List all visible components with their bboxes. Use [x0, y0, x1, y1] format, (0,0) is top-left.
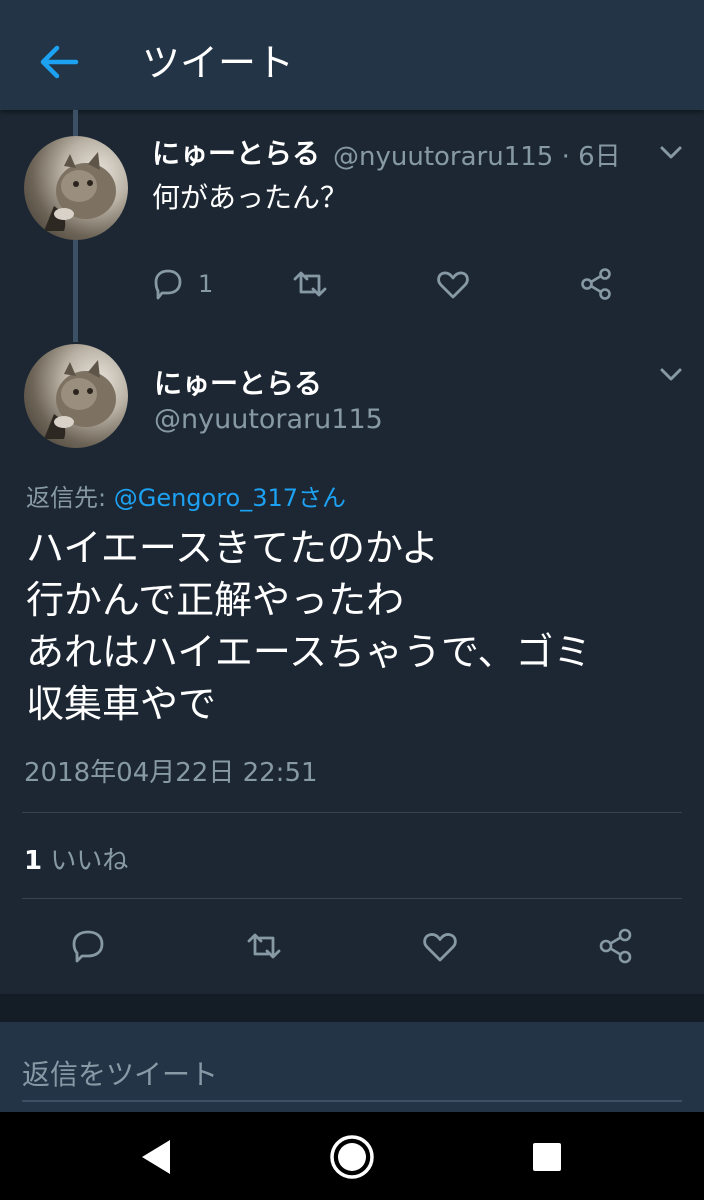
- share-button[interactable]: [596, 926, 636, 966]
- like-label: いいね: [42, 846, 129, 876]
- like-icon: [423, 933, 457, 962]
- back-button[interactable]: [32, 38, 86, 86]
- retweet-icon: [247, 933, 281, 959]
- chevron-down-icon: [660, 368, 682, 381]
- parent-like-button[interactable]: [433, 264, 473, 304]
- avatar[interactable]: [24, 136, 128, 240]
- parent-share-button[interactable]: [576, 264, 616, 304]
- parent-menu-button[interactable]: [656, 138, 686, 168]
- tweet-text-line: ハイエースきてたのかよ: [26, 526, 440, 570]
- reply-button[interactable]: [68, 926, 108, 966]
- tweet-text-line: 行かんで正解やったわ: [26, 578, 405, 622]
- divider: [22, 812, 682, 813]
- app-header: ツイート: [0, 0, 704, 110]
- back-arrow-icon: [40, 45, 79, 79]
- retweet-button[interactable]: [244, 926, 284, 966]
- tweet-text: ハイエースきてたのかよ 行かんで正解やったわ あれはハイエースちゃうで、ゴミ 収…: [26, 522, 591, 730]
- reply-icon: [154, 269, 182, 300]
- retweet-icon: [293, 271, 327, 297]
- parent-display-name[interactable]: にゅーとらる: [152, 132, 320, 172]
- tweet-menu-button[interactable]: [656, 360, 686, 390]
- replying-to: 返信先: @Gengoro_317さん: [26, 478, 346, 513]
- nav-back-button[interactable]: [132, 1132, 182, 1182]
- parent-tweet-text: 何があったん？: [152, 181, 349, 214]
- reply-input-underline: [22, 1100, 682, 1102]
- nav-recents-button[interactable]: [522, 1132, 572, 1182]
- likes-count-link[interactable]: 1 いいね: [24, 840, 128, 877]
- share-icon: [599, 928, 632, 964]
- tweet-handle[interactable]: @nyuutoraru115: [154, 404, 383, 435]
- avatar[interactable]: [24, 344, 128, 448]
- reply-composer: [0, 1022, 704, 1112]
- like-icon: [437, 271, 469, 299]
- replying-to-label: 返信先:: [26, 484, 114, 512]
- page-title: ツイート: [142, 41, 295, 85]
- parent-reply-count: 1: [198, 270, 214, 298]
- reply-icon: [72, 930, 104, 963]
- replying-to-mention[interactable]: @Gengoro_317さん: [114, 484, 346, 512]
- share-icon: [581, 268, 611, 300]
- nav-back-icon: [142, 1140, 170, 1174]
- parent-reply-button[interactable]: [148, 264, 188, 304]
- chevron-down-icon: [660, 146, 682, 159]
- tweet-text-line: 収集車やで: [26, 682, 217, 726]
- tweet-text-line: あれはハイエースちゃうで、ゴミ: [26, 630, 592, 674]
- nav-recents-icon: [533, 1143, 561, 1171]
- system-nav-bar: [0, 1112, 704, 1200]
- parent-handle-time: @nyuutoraru115 · 6日: [333, 142, 621, 172]
- like-button[interactable]: [420, 926, 460, 966]
- divider: [22, 898, 682, 899]
- like-count: 1: [24, 846, 43, 876]
- parent-retweet-button[interactable]: [290, 264, 330, 304]
- tweet-display-name[interactable]: にゅーとらる: [154, 362, 322, 402]
- tweet-timestamp: 2018年04月22日 22:51: [24, 758, 318, 788]
- section-separator: [0, 994, 704, 1022]
- nav-home-icon: [330, 1135, 374, 1179]
- nav-home-button[interactable]: [327, 1132, 377, 1182]
- reply-input[interactable]: [22, 1046, 682, 1102]
